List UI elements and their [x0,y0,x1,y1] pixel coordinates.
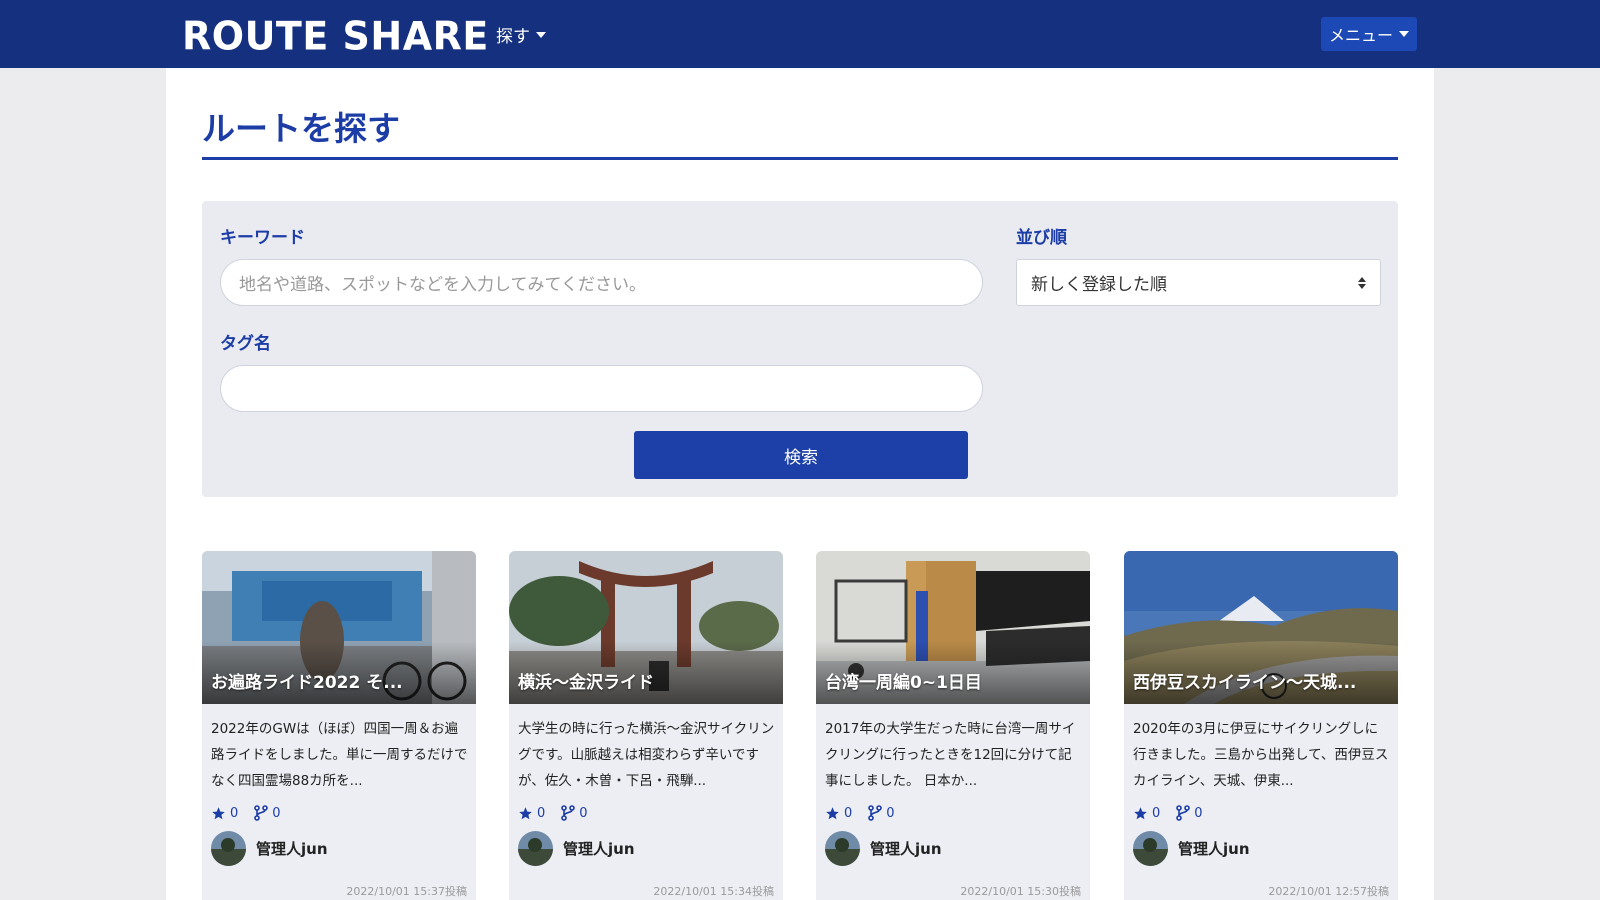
sort-value: 新しく登録した順 [1031,275,1167,295]
post-date: 2022/10/01 15:34投稿 [653,885,774,898]
avatar [1133,831,1168,866]
menu-label: メニュー [1328,26,1393,45]
caret-down-icon [536,31,546,38]
route-stats: 0 0 [518,805,588,821]
page-title: ルートを探す [202,109,400,148]
post-date: 2022/10/01 12:57投稿 [1268,885,1389,898]
star-icon [519,806,532,819]
route-author[interactable]: 管理人jun [211,831,328,866]
post-date: 2022/10/01 15:30投稿 [960,885,1081,898]
route-author[interactable]: 管理人jun [1133,831,1250,866]
fork-count: 0 [579,805,588,821]
fork-icon [1176,805,1191,821]
title-divider [202,157,1398,160]
avatar [518,831,553,866]
fork-icon [868,805,883,821]
route-title[interactable]: 台湾一周編0~1日目 [825,668,1083,693]
fork-icon [254,805,269,821]
nav-find-label: 探す [496,27,530,47]
sort-label: 並び順 [1016,228,1067,248]
caret-down-icon [1399,31,1409,37]
keyword-placeholder: 地名や道路、スポットなどを入力してみてください。 [239,275,646,295]
select-arrows-icon [1358,276,1366,289]
author-name: 管理人jun [1178,840,1250,858]
route-card[interactable]: お遍路ライド2022 そ... 2022年のGWは（ほぼ）四国一周＆お遍路ライド… [202,551,476,900]
fork-count: 0 [272,805,281,821]
star-icon [826,806,839,819]
tag-label: タグ名 [220,334,271,354]
star-icon [1134,806,1147,819]
main-content: ルートを探す キーワード 地名や道路、スポットなどを入力してみてください。 並び… [166,68,1434,900]
route-title[interactable]: お遍路ライド2022 そ... [211,668,469,693]
site-logo[interactable]: ROUTE SHARE [182,14,489,59]
nav-find-dropdown[interactable]: 探す [496,22,546,47]
route-author[interactable]: 管理人jun [825,831,942,866]
author-name: 管理人jun [870,840,942,858]
route-card[interactable]: 台湾一周編0~1日目 2017年の大学生だった時に台湾一周サイクリングに行ったと… [816,551,1090,900]
route-title[interactable]: 西伊豆スカイライン～天城... [1133,668,1391,693]
top-navbar: ROUTE SHARE 探す メニュー [0,0,1600,68]
route-description: 2017年の大学生だった時に台湾一周サイクリングに行ったときを12回に分けて記事… [825,721,1076,789]
route-author[interactable]: 管理人jun [518,831,635,866]
author-name: 管理人jun [563,840,635,858]
route-stats: 0 0 [211,805,281,821]
route-title[interactable]: 横浜～金沢ライド [518,668,776,693]
route-card[interactable]: 西伊豆スカイライン～天城... 2020年の3月に伊豆にサイクリングしに行きまし… [1124,551,1398,900]
route-card-list: お遍路ライド2022 そ... 2022年のGWは（ほぼ）四国一周＆お遍路ライド… [202,551,1398,900]
post-date: 2022/10/01 15:37投稿 [346,885,467,898]
fork-icon [561,805,576,821]
search-panel: キーワード 地名や道路、スポットなどを入力してみてください。 並び順 新しく登録… [202,201,1398,497]
avatar [825,831,860,866]
route-description: 2022年のGWは（ほぼ）四国一周＆お遍路ライドをしました。単に一周するだけでな… [211,721,468,789]
route-card[interactable]: 横浜～金沢ライド 大学生の時に行った横浜～金沢サイクリングです。山脈越えは相変わ… [509,551,783,900]
route-stats: 0 0 [825,805,895,821]
author-name: 管理人jun [256,840,328,858]
star-count: 0 [1152,805,1161,821]
keyword-input[interactable]: 地名や道路、スポットなどを入力してみてください。 [220,259,983,306]
sort-select[interactable]: 新しく登録した順 [1016,259,1381,306]
tag-input[interactable] [220,365,983,412]
fork-count: 0 [886,805,895,821]
avatar [211,831,246,866]
star-icon [212,806,225,819]
route-description: 大学生の時に行った横浜～金沢サイクリングです。山脈越えは相変わらず辛いですが、佐… [518,721,775,789]
star-count: 0 [537,805,546,821]
fork-count: 0 [1194,805,1203,821]
menu-button[interactable]: メニュー [1321,17,1417,51]
route-stats: 0 0 [1133,805,1203,821]
route-description: 2020年の3月に伊豆にサイクリングしに行きました。三島から出発して、西伊豆スカ… [1133,721,1389,789]
star-count: 0 [230,805,239,821]
search-button[interactable]: 検索 [634,431,968,479]
star-count: 0 [844,805,853,821]
keyword-label: キーワード [220,228,305,248]
